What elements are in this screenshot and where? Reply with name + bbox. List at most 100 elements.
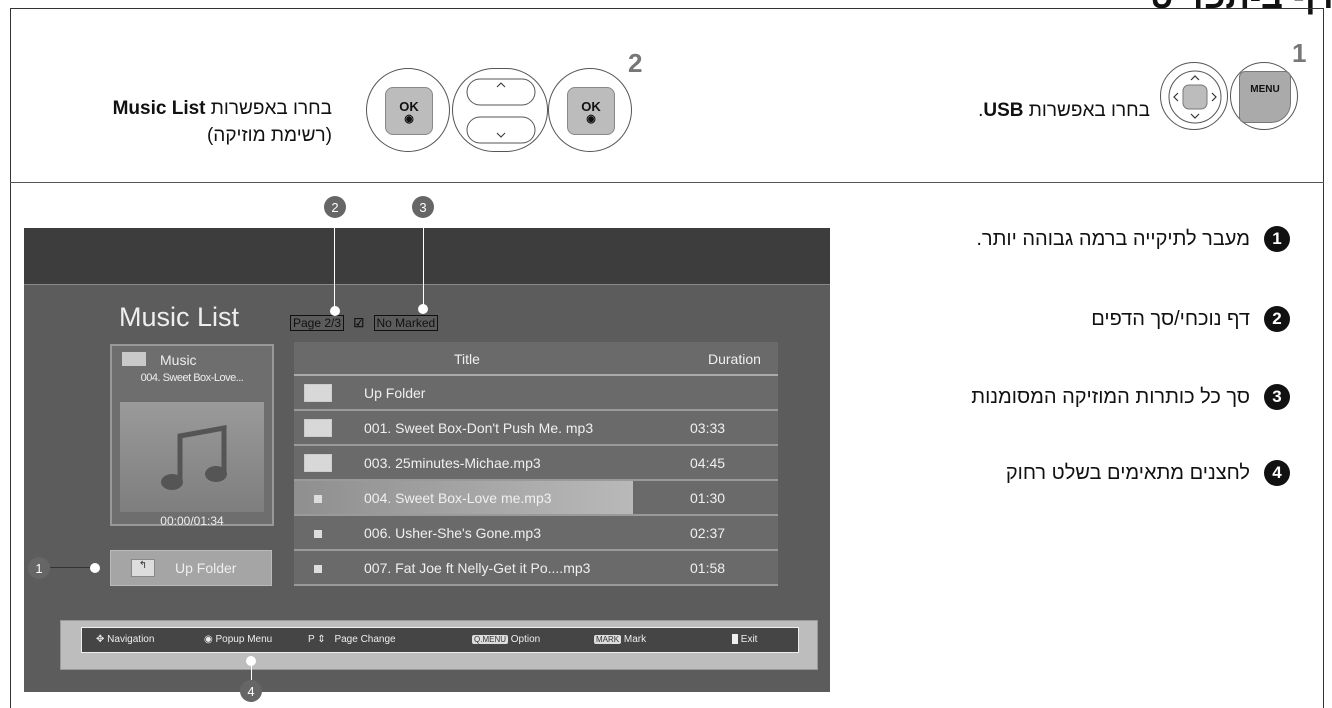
table-row[interactable]: Up Folder bbox=[294, 376, 778, 411]
row-duration: 01:30 bbox=[690, 490, 726, 506]
legend-number-3: 3 bbox=[1264, 384, 1290, 410]
row-title: 003. 25minutes-Michae.mp3 bbox=[364, 455, 541, 471]
legend-text-1: מעבר לתיקייה ברמה גבוהה יותר. bbox=[976, 227, 1250, 250]
row-title: Up Folder bbox=[364, 385, 426, 401]
folder-icon bbox=[304, 419, 332, 437]
step-2-text: בחרו באפשרות Music List bbox=[22, 98, 332, 120]
menu-key-icon: MENU bbox=[1239, 71, 1291, 123]
legend-text-4: לחצנים מתאימים בשלט רחוק bbox=[1005, 461, 1250, 484]
exit-label: Exit bbox=[740, 634, 758, 645]
legend-number-1: 1 bbox=[1264, 226, 1290, 252]
key-guide-inner: ✥ Navigation ◉ Popup Menu P ⇕ Page Chang… bbox=[81, 627, 799, 653]
ok-button-1: OK ◉ bbox=[548, 68, 632, 152]
legend-item-3: 3 סך כל כותרות המוזיקה המסומנות bbox=[848, 384, 1290, 410]
panel-track-name: 004. Sweet Box-Love... bbox=[140, 372, 244, 384]
callout-3: 3 bbox=[412, 196, 434, 218]
up-folder-icon bbox=[304, 384, 332, 402]
step-2-prefix: בחרו באפשרות bbox=[210, 98, 332, 119]
row-duration: 01:58 bbox=[690, 560, 726, 576]
table-row[interactable]: 007. Fat Joe ft Nelly-Get it Po....mp3 0… bbox=[294, 551, 778, 586]
row-title: 007. Fat Joe ft Nelly-Get it Po....mp3 bbox=[364, 560, 591, 576]
page-info: Page 2/3 ☑ No Marked bbox=[290, 315, 439, 331]
mark-key-icon: MARK bbox=[594, 635, 622, 644]
page-indicator: Page 2/3 bbox=[290, 315, 345, 331]
navigation-label: Navigation bbox=[107, 634, 155, 645]
screen-top-bar bbox=[24, 228, 830, 285]
now-playing-panel: Music 004. Sweet Box-Love... 00:00/01:34 bbox=[110, 344, 274, 528]
step-2-bold: Music List bbox=[112, 98, 206, 119]
page-updown-icon: ⇕ bbox=[317, 634, 326, 645]
step-2-number: 2 bbox=[628, 48, 643, 78]
legend-item-2: 2 דף נוכחי/סך הדפים bbox=[848, 306, 1290, 332]
dpad-button bbox=[1160, 62, 1228, 130]
ok-key-icon: OK ◉ bbox=[567, 87, 615, 135]
qmenu-key-icon: Q.MENU bbox=[472, 635, 508, 644]
music-note-icon bbox=[161, 425, 227, 490]
option-hint: Q.MENU Option bbox=[472, 634, 540, 645]
legend-number-4: 4 bbox=[1264, 460, 1290, 486]
music-list-title: Music List bbox=[119, 302, 240, 332]
exit-hint: Exit bbox=[732, 634, 757, 645]
step-1-bold: USB bbox=[983, 100, 1024, 121]
table-row[interactable]: 006. Usher-She's Gone.mp3 02:37 bbox=[294, 516, 778, 551]
callout-3-dot bbox=[418, 304, 428, 314]
callout-1-dot bbox=[90, 563, 100, 573]
callout-4-dot bbox=[246, 656, 256, 666]
folder-icon bbox=[304, 454, 332, 472]
table-row[interactable]: 001. Sweet Box-Don't Push Me. mp3 03:33 bbox=[294, 411, 778, 446]
dpad-icon bbox=[1168, 70, 1222, 124]
callout-1: 1 bbox=[28, 557, 50, 579]
marked-count: No Marked bbox=[373, 315, 439, 331]
legend-item-1: 1 מעבר לתיקייה ברמה גבוהה יותר. bbox=[848, 226, 1290, 252]
legend-text-3: סך כל כותרות המוזיקה המסומנות bbox=[971, 385, 1250, 408]
music-table: Title Duration Up Folder 001. Sweet Box-… bbox=[294, 342, 778, 586]
ok-key-label-2: OK bbox=[399, 98, 419, 114]
row-title: 001. Sweet Box-Don't Push Me. mp3 bbox=[364, 420, 594, 436]
column-duration: Duration bbox=[708, 351, 761, 367]
page-change-label: Page Change bbox=[334, 634, 396, 645]
mark-hint: MARK Mark bbox=[594, 634, 646, 645]
callout-2-dot bbox=[330, 306, 340, 316]
ok-circle-icon: ◉ bbox=[204, 634, 213, 645]
up-folder-button[interactable]: ↰ Up Folder bbox=[110, 550, 272, 586]
updown-button bbox=[452, 68, 548, 152]
ok-key-icon-2: OK ◉ bbox=[385, 87, 433, 135]
callout-3-line bbox=[423, 218, 424, 306]
page-change-hint: P ⇕ Page Change bbox=[308, 634, 396, 645]
row-title: 006. Usher-She's Gone.mp3 bbox=[364, 525, 541, 541]
file-icon bbox=[314, 495, 322, 503]
tv-screen: Music List Page 2/3 ☑ No Marked Music 00… bbox=[24, 228, 830, 692]
up-folder-label: Up Folder bbox=[175, 560, 237, 576]
checkbox-icon: ☑ bbox=[353, 316, 365, 330]
divider bbox=[10, 182, 1324, 183]
legend-number-2: 2 bbox=[1264, 306, 1290, 332]
menu-key-label: MENU bbox=[1250, 84, 1280, 95]
table-row[interactable]: 003. 25minutes-Michae.mp3 04:45 bbox=[294, 446, 778, 481]
callout-1-line bbox=[50, 567, 94, 568]
row-duration: 02:37 bbox=[690, 525, 726, 541]
ok-button-2: OK ◉ bbox=[366, 68, 450, 152]
row-title: 004. Sweet Box-Love me.mp3 bbox=[364, 490, 552, 506]
callout-2-line-white bbox=[334, 218, 335, 310]
legend-item-4: 4 לחצנים מתאימים בשלט רחוק bbox=[848, 460, 1290, 486]
playback-time: 00:00/01:34 bbox=[160, 514, 224, 528]
option-label: Option bbox=[510, 634, 541, 645]
exit-door-icon bbox=[732, 634, 738, 645]
step-1-text: בחרו באפשרות USB. bbox=[848, 100, 1150, 122]
legend-text-2: דף נוכחי/סך הדפים bbox=[1091, 307, 1250, 330]
step-2-text-line2: (רשימת מוזיקה) bbox=[206, 125, 332, 146]
file-icon bbox=[314, 530, 322, 538]
table-row-selected[interactable]: 004. Sweet Box-Love me.mp3 01:30 bbox=[294, 481, 778, 516]
column-title: Title bbox=[454, 351, 480, 367]
popup-label: Popup Menu bbox=[215, 634, 273, 645]
mark-label: Mark bbox=[623, 634, 647, 645]
music-folder-icon bbox=[122, 352, 146, 366]
menu-button: MENU bbox=[1230, 62, 1298, 130]
navigation-hint: ✥ Navigation bbox=[96, 634, 154, 645]
file-icon bbox=[314, 565, 322, 573]
page-p-label: P bbox=[308, 634, 315, 645]
remote-key-guide: ✥ Navigation ◉ Popup Menu P ⇕ Page Chang… bbox=[60, 620, 818, 670]
step-1-number: 1 bbox=[1292, 38, 1307, 68]
up-folder-icon: ↰ bbox=[131, 559, 155, 577]
up-down-icon bbox=[466, 78, 536, 144]
